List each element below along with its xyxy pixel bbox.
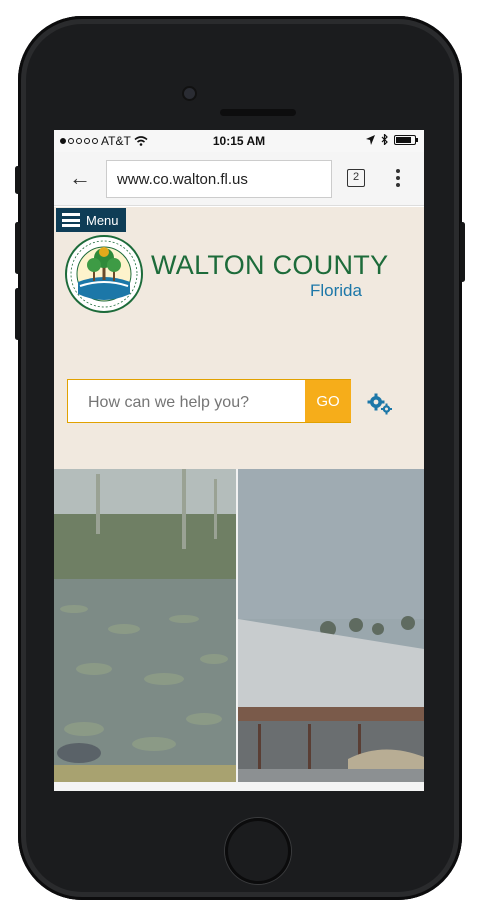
power-button[interactable]	[460, 222, 465, 282]
url-field[interactable]: www.co.walton.fl.us	[106, 160, 332, 198]
site-title: WALTON COUNTY	[151, 250, 389, 280]
menu-button[interactable]: Menu	[56, 208, 126, 232]
hamburger-icon	[62, 213, 80, 227]
lily-pond-photo[interactable]	[54, 469, 236, 789]
back-arrow-icon[interactable]: ←	[68, 166, 92, 190]
status-bar: AT&T 10:15 AM	[54, 130, 424, 152]
go-button[interactable]: GO	[305, 380, 351, 422]
search-box: GO	[67, 379, 351, 423]
menu-label: Menu	[86, 212, 119, 228]
location-icon	[366, 134, 375, 145]
bluetooth-icon	[381, 134, 388, 145]
county-seal-logo[interactable]	[64, 234, 144, 314]
battery-icon	[394, 134, 418, 145]
front-camera	[184, 88, 195, 99]
kebab-menu-icon[interactable]	[392, 166, 404, 190]
settings-gears-icon[interactable]	[367, 393, 393, 415]
home-button[interactable]	[225, 818, 291, 884]
volume-down-button[interactable]	[15, 288, 20, 340]
earpiece-speaker	[220, 109, 296, 116]
tab-switcher-button[interactable]: 2	[347, 169, 365, 187]
browser-toolbar: ← www.co.walton.fl.us 2	[54, 152, 424, 206]
screen: AT&T 10:15 AM ← www.co.walton.fl.us 2 Me…	[54, 130, 424, 791]
website-page: Menu WALTON COUNTY Florida GO	[54, 207, 424, 791]
volume-up-button[interactable]	[15, 222, 20, 274]
bottom-scroll-strip	[54, 782, 424, 791]
building-photo[interactable]	[238, 469, 424, 789]
search-input[interactable]	[86, 393, 296, 413]
mute-switch[interactable]	[15, 166, 20, 194]
site-subtitle: Florida	[310, 281, 362, 300]
photo-banner	[54, 469, 424, 791]
